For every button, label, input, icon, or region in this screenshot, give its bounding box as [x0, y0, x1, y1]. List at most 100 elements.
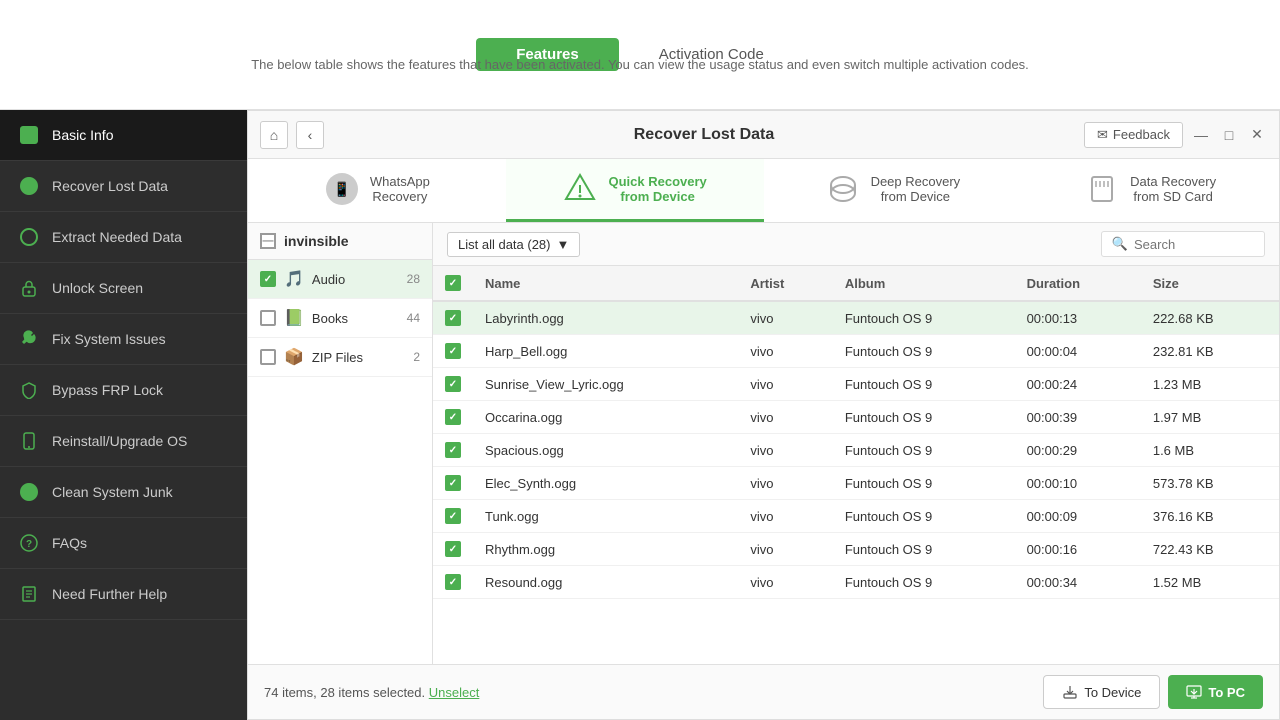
cell-artist: vivo	[738, 566, 832, 599]
table-row: ✓Harp_Bell.oggvivoFuntouch OS 900:00:042…	[433, 335, 1279, 368]
modal-footer: 74 items, 28 items selected. Unselect To…	[248, 664, 1279, 719]
table-row: ✓Resound.oggvivoFuntouch OS 900:00:341.5…	[433, 566, 1279, 599]
cell-name: Labyrinth.ogg	[473, 301, 738, 335]
modal-title: Recover Lost Data	[324, 126, 1084, 144]
row-checkbox[interactable]: ✓	[445, 310, 461, 326]
cell-name: Elec_Synth.ogg	[473, 467, 738, 500]
sidebar-item-need-further-help[interactable]: Need Further Help	[0, 569, 247, 620]
tab-quick-recovery[interactable]: Quick Recovery from Device	[506, 159, 764, 222]
pc-download-icon	[1186, 684, 1202, 700]
cell-duration: 00:00:39	[1015, 401, 1141, 434]
to-device-button[interactable]: To Device	[1043, 675, 1160, 709]
col-header-size: Size	[1141, 266, 1279, 301]
feedback-label: Feedback	[1113, 127, 1170, 142]
row-checkbox[interactable]: ✓	[445, 376, 461, 392]
doc-icon	[18, 583, 40, 605]
footer-buttons: To Device To PC	[1043, 675, 1263, 709]
table-row: ✓Tunk.oggvivoFuntouch OS 900:00:09376.16…	[433, 500, 1279, 533]
cell-duration: 00:00:16	[1015, 533, 1141, 566]
list-all-data-dropdown[interactable]: List all data (28) ▼	[447, 232, 580, 257]
cell-name: Occarina.ogg	[473, 401, 738, 434]
question-icon: ?	[18, 532, 40, 554]
tree-item-zip-label: ZIP Files	[312, 350, 405, 365]
tree-item-books-checkbox[interactable]	[260, 310, 276, 326]
row-checkbox[interactable]: ✓	[445, 475, 461, 491]
square-icon	[18, 124, 40, 146]
tab-text-quick-recovery: Quick Recovery from Device	[608, 174, 706, 204]
tree-select-all-checkbox[interactable]: —	[260, 233, 276, 249]
sidebar-item-unlock-screen[interactable]: Unlock Screen	[0, 263, 247, 314]
phone-icon	[18, 430, 40, 452]
tree-item-zip-checkbox[interactable]	[260, 349, 276, 365]
maximize-button[interactable]: □	[1219, 125, 1239, 145]
sidebar-item-extract-needed-data[interactable]: Extract Needed Data	[0, 212, 247, 263]
dropdown-label: List all data (28)	[458, 237, 551, 252]
footer-info: 74 items, 28 items selected. Unselect	[264, 685, 479, 700]
row-checkbox[interactable]: ✓	[445, 343, 461, 359]
unselect-link[interactable]: Unselect	[429, 685, 480, 700]
cell-album: Funtouch OS 9	[833, 566, 1015, 599]
broom-icon	[18, 481, 40, 503]
file-list: List all data (28) ▼ 🔍 ✓ Na	[433, 223, 1279, 664]
sidebar-item-basic-info[interactable]: Basic Info	[0, 110, 247, 161]
back-button[interactable]: ‹	[296, 121, 324, 149]
row-checkbox[interactable]: ✓	[445, 409, 461, 425]
sidebar-item-fix-system-issues[interactable]: Fix System Issues	[0, 314, 247, 365]
mail-icon: ✉	[1097, 127, 1108, 143]
tab-text-deep-recovery: Deep Recovery from Device	[871, 174, 961, 204]
row-checkbox[interactable]: ✓	[445, 508, 461, 524]
minimize-button[interactable]: —	[1191, 125, 1211, 145]
sidebar: Basic Info Recover Lost Data Extract Nee…	[0, 110, 247, 720]
cell-size: 1.23 MB	[1141, 368, 1279, 401]
tree-item-books-label: Books	[312, 311, 399, 326]
search-icon: 🔍	[1112, 236, 1128, 252]
table-row: ✓Spacious.oggvivoFuntouch OS 900:00:291.…	[433, 434, 1279, 467]
cell-duration: 00:00:13	[1015, 301, 1141, 335]
sidebar-item-clean-system-junk[interactable]: Clean System Junk	[0, 467, 247, 518]
close-button[interactable]: ✕	[1247, 125, 1267, 145]
cell-name: Rhythm.ogg	[473, 533, 738, 566]
sidebar-item-faqs[interactable]: ? FAQs	[0, 518, 247, 569]
cell-size: 376.16 KB	[1141, 500, 1279, 533]
tree-item-audio[interactable]: ✓ 🎵 Audio 28	[248, 260, 432, 299]
cell-size: 222.68 KB	[1141, 301, 1279, 335]
cell-artist: vivo	[738, 335, 832, 368]
row-checkbox[interactable]: ✓	[445, 541, 461, 557]
audio-icon: 🎵	[284, 269, 304, 289]
tree-item-audio-label: Audio	[312, 272, 399, 287]
sidebar-item-reinstall-upgrade-os[interactable]: Reinstall/Upgrade OS	[0, 416, 247, 467]
sidebar-label-basic-info: Basic Info	[52, 127, 113, 143]
row-checkbox[interactable]: ✓	[445, 574, 461, 590]
cell-name: Sunrise_View_Lyric.ogg	[473, 368, 738, 401]
select-all-checkbox[interactable]: ✓	[445, 275, 461, 291]
cell-name: Tunk.ogg	[473, 500, 738, 533]
modal-titlebar: ⌂ ‹ Recover Lost Data ✉ Feedback — □ ✕	[248, 111, 1279, 159]
sidebar-label-recover-lost-data: Recover Lost Data	[52, 178, 168, 194]
items-selected-text: 74 items, 28 items selected.	[264, 685, 425, 700]
tab-deep-recovery[interactable]: Deep Recovery from Device	[764, 159, 1022, 222]
cell-album: Funtouch OS 9	[833, 467, 1015, 500]
cell-name: Spacious.ogg	[473, 434, 738, 467]
tree-item-audio-checkbox[interactable]: ✓	[260, 271, 276, 287]
to-pc-button[interactable]: To PC	[1168, 675, 1263, 709]
tree-item-zip[interactable]: 📦 ZIP Files 2	[248, 338, 432, 377]
feedback-button[interactable]: ✉ Feedback	[1084, 122, 1183, 148]
sidebar-item-bypass-frp-lock[interactable]: Bypass FRP Lock	[0, 365, 247, 416]
tab-sd-card-recovery[interactable]: Data Recovery from SD Card	[1021, 159, 1279, 222]
sidebar-label-extract-needed-data: Extract Needed Data	[52, 229, 182, 245]
content-area: — invinsible ✓ 🎵 Audio 28 📗 Books 44	[248, 223, 1279, 664]
cell-album: Funtouch OS 9	[833, 401, 1015, 434]
tree-item-books[interactable]: 📗 Books 44	[248, 299, 432, 338]
cell-size: 232.81 KB	[1141, 335, 1279, 368]
cell-size: 1.97 MB	[1141, 401, 1279, 434]
cell-artist: vivo	[738, 434, 832, 467]
sidebar-item-recover-lost-data[interactable]: Recover Lost Data	[0, 161, 247, 212]
row-checkbox[interactable]: ✓	[445, 442, 461, 458]
search-input[interactable]	[1134, 237, 1254, 252]
cell-duration: 00:00:24	[1015, 368, 1141, 401]
home-button[interactable]: ⌂	[260, 121, 288, 149]
file-tree: — invinsible ✓ 🎵 Audio 28 📗 Books 44	[248, 223, 433, 664]
col-header-duration: Duration	[1015, 266, 1141, 301]
tab-text-whatsapp: WhatsApp Recovery	[370, 174, 430, 204]
tab-whatsapp-recovery[interactable]: 📱 WhatsApp Recovery	[248, 159, 506, 222]
